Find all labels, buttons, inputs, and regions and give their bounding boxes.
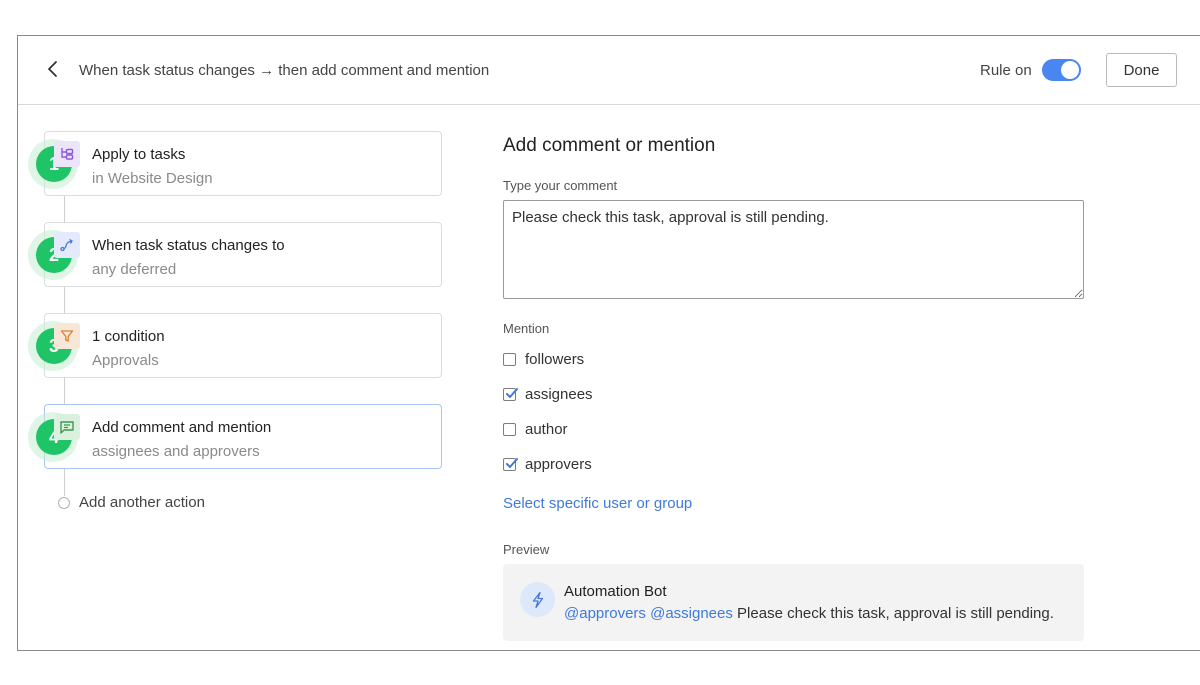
step-connector: [64, 286, 65, 313]
route-arrow-icon: [54, 232, 80, 258]
checkbox[interactable]: [503, 388, 518, 401]
checkmark-icon: [506, 388, 518, 398]
checkbox[interactable]: [503, 458, 518, 471]
step-title: Add comment and mention: [92, 419, 272, 436]
header: When task status changes → then add comm…: [18, 36, 1200, 105]
comment-icon: [54, 414, 80, 440]
chevron-left-icon: [48, 61, 57, 77]
mention-option-assignees[interactable]: assignees: [503, 386, 593, 403]
checkbox[interactable]: [503, 353, 516, 366]
bot-avatar: [520, 582, 555, 617]
preview-label: Preview: [503, 542, 550, 557]
option-label: followers: [525, 351, 585, 368]
comment-input[interactable]: Please check this task, approval is stil…: [503, 200, 1084, 299]
step-subtitle: any deferred: [92, 261, 177, 278]
funnel-icon: [54, 323, 80, 349]
checkmark-icon: [506, 458, 518, 468]
step-subtitle: assignees and approvers: [92, 443, 260, 460]
add-another-action[interactable]: Add another action: [58, 494, 205, 511]
step-title: 1 condition: [92, 328, 165, 345]
step-add-comment[interactable]: 4 Add comment and mention assignees and …: [28, 404, 442, 469]
step-connector: [64, 196, 65, 222]
comment-preview: Automation Bot @approvers @assignees Ple…: [503, 564, 1084, 641]
rule-on-label: Rule on: [980, 62, 1032, 79]
step-title: When task status changes to: [92, 237, 285, 254]
preview-text: Please check this task, approval is stil…: [737, 605, 1054, 622]
step-title: Apply to tasks: [92, 146, 186, 163]
step-condition[interactable]: 3 1 condition Approvals: [28, 313, 442, 378]
checkbox[interactable]: [503, 423, 516, 436]
mention-option-followers[interactable]: followers: [503, 351, 584, 368]
done-button[interactable]: Done: [1106, 53, 1177, 87]
rule-on-toggle[interactable]: [1042, 59, 1081, 81]
mention-option-author[interactable]: author: [503, 421, 568, 438]
step-status-trigger[interactable]: 2 When task status changes to any deferr…: [28, 222, 442, 287]
add-action-label: Add another action: [79, 494, 205, 511]
step-connector: [64, 468, 65, 496]
circle-icon: [58, 496, 70, 509]
step-subtitle: Approvals: [92, 352, 159, 369]
option-label: author: [525, 421, 568, 438]
step-apply-to-tasks[interactable]: 1 Apply to tasks in Website Design: [28, 131, 442, 196]
panel-title: Add comment or mention: [503, 135, 716, 156]
mention-label: Mention: [503, 321, 550, 336]
preview-mentions: @approvers @assignees: [564, 605, 733, 622]
hierarchy-icon: [54, 141, 80, 167]
comment-label: Type your comment: [503, 178, 618, 193]
preview-message: @approvers @assignees Please check this …: [564, 605, 1054, 622]
lightning-icon: [532, 591, 543, 608]
step-connector: [64, 377, 65, 404]
bot-name: Automation Bot: [564, 583, 667, 600]
back-button[interactable]: [43, 58, 63, 80]
select-user-or-group-link[interactable]: Select specific user or group: [503, 495, 692, 512]
rule-editor-window: When task status changes → then add comm…: [17, 35, 1200, 651]
step-subtitle: in Website Design: [92, 170, 213, 187]
mention-option-approvers[interactable]: approvers: [503, 456, 592, 473]
option-label: assignees: [525, 386, 593, 403]
rule-title: When task status changes → then add comm…: [79, 62, 490, 79]
toggle-knob: [1061, 61, 1079, 79]
option-label: approvers: [525, 456, 592, 473]
